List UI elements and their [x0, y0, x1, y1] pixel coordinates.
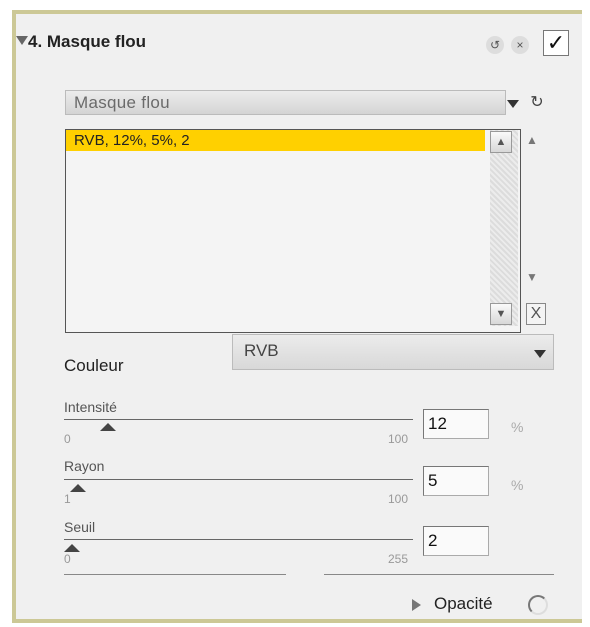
intensite-label: Intensité [64, 399, 117, 415]
panel-title: 4. Masque flou [28, 32, 147, 51]
seuil-input[interactable]: 2 [423, 526, 489, 556]
scroll-down-icon[interactable]: ▼ [526, 270, 538, 284]
couleur-select-value: RVB [244, 341, 279, 360]
couleur-label: Couleur [64, 356, 124, 375]
delete-entry-button[interactable]: X [526, 303, 546, 325]
seuil-label: Seuil [64, 519, 96, 535]
rayon-input[interactable]: 5 [423, 466, 489, 496]
divider [324, 574, 554, 575]
intensite-slider-track[interactable] [64, 419, 413, 420]
enable-checkbox[interactable]: ✓ [543, 30, 569, 56]
dropdown-arrow-icon[interactable] [507, 100, 519, 108]
undo-icon[interactable]: ↺ [486, 36, 504, 54]
preset-dropdown-value: Masque flou [74, 93, 170, 112]
opacity-radio-icon[interactable] [528, 595, 548, 615]
list-item[interactable]: RVB, 12%, 5%, 2 [66, 130, 485, 151]
opacity-label[interactable]: Opacité [434, 594, 493, 614]
close-icon[interactable]: × [511, 36, 529, 54]
couleur-dropdown-arrow-icon[interactable] [534, 350, 546, 358]
divider [64, 574, 286, 575]
scroll-up-icon[interactable]: ▲ [526, 133, 538, 147]
rayon-min: 1 [64, 492, 71, 506]
play-icon[interactable] [412, 599, 421, 611]
intensite-max: 100 [388, 432, 409, 446]
rayon-max: 100 [388, 492, 409, 506]
list-scrollbar[interactable] [490, 130, 518, 326]
checkmark-icon: ✓ [546, 30, 566, 55]
move-down-button[interactable]: ▼ [490, 303, 512, 325]
move-up-button[interactable]: ▲ [490, 131, 512, 153]
seuil-max: 255 [388, 552, 409, 566]
masque-flou-panel: 4. Masque flou ↺ × ✓ Masque flou ↻ RVB, … [12, 10, 582, 623]
seuil-min: 0 [64, 552, 71, 566]
intensite-unit: % [511, 419, 524, 435]
intensite-input[interactable]: 12 [423, 409, 489, 439]
rayon-unit: % [511, 477, 524, 493]
intensite-slider-thumb[interactable] [100, 423, 116, 431]
seuil-slider-track[interactable] [64, 539, 413, 540]
preset-list[interactable] [65, 129, 521, 333]
couleur-select[interactable] [232, 334, 554, 370]
rayon-slider-track[interactable] [64, 479, 413, 480]
rayon-slider-thumb[interactable] [70, 484, 86, 492]
refresh-icon[interactable]: ↻ [528, 94, 546, 112]
collapse-triangle-icon[interactable] [16, 36, 28, 45]
intensite-min: 0 [64, 432, 71, 446]
rayon-label: Rayon [64, 458, 105, 474]
seuil-slider-thumb[interactable] [64, 544, 80, 552]
